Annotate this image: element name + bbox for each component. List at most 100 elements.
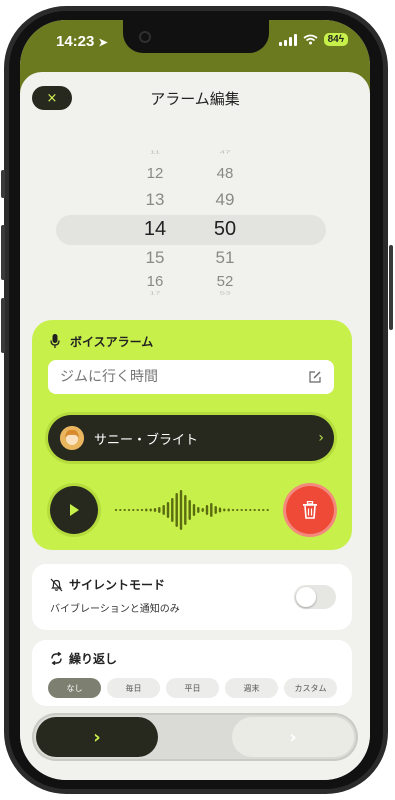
waveform-bar: [119, 509, 122, 511]
waveform-bar: [231, 509, 235, 511]
waveform-bar: [223, 508, 226, 512]
silent-mode-subtitle: バイブレーションと通知のみ: [50, 604, 180, 615]
waveform-bar: [218, 507, 222, 513]
toggle-knob: [296, 587, 316, 607]
time-picker[interactable]: 11 12 13 14 15 16 17 47 48 49 50 51 52 5…: [20, 147, 370, 312]
location-arrow-icon: ➤: [98, 37, 108, 49]
minute-selected[interactable]: 50: [195, 218, 255, 241]
alarm-label-input[interactable]: [60, 369, 300, 385]
voice-alarm-card: ボイスアラーム サニー・ブライト ›: [32, 320, 352, 550]
chevron-right-icon: ›: [318, 430, 324, 446]
power-button: [389, 245, 393, 330]
waveform-bar: [162, 505, 165, 515]
bottom-nav: › ›: [34, 715, 356, 759]
waveform-bar: [123, 509, 126, 511]
hour-option[interactable]: 17: [125, 291, 185, 296]
waveform-bar: [244, 509, 248, 511]
volume-up-button: [1, 225, 5, 280]
waveform-bar: [145, 508, 148, 512]
waveform-bar: [158, 507, 161, 513]
minute-option[interactable]: 52: [195, 273, 255, 290]
waveform-bar: [153, 508, 157, 512]
hour-option[interactable]: 12: [125, 165, 185, 182]
battery-level: 84: [327, 34, 339, 45]
status-icons: 84ϟ: [278, 33, 348, 46]
waveform-bar: [184, 495, 187, 525]
chevron-right-icon: ›: [289, 726, 297, 748]
play-button[interactable]: [50, 486, 98, 534]
edit-icon[interactable]: [308, 370, 322, 384]
avatar: [60, 426, 84, 450]
minute-option[interactable]: 53: [195, 291, 255, 296]
minute-option[interactable]: 49: [195, 190, 255, 210]
waveform-bar: [253, 509, 256, 511]
minute-option[interactable]: 48: [195, 165, 255, 182]
waveform-bar: [257, 509, 261, 511]
silent-mode-title: サイレントモード: [69, 578, 166, 592]
hour-selected[interactable]: 14: [125, 218, 185, 241]
front-camera: [139, 31, 151, 43]
voice-alarm-title: ボイスアラーム: [70, 335, 154, 349]
audio-waveform: [114, 490, 269, 530]
waveform-bar: [201, 508, 204, 512]
page-title: アラーム編集: [150, 90, 240, 108]
waveform-bar: [188, 500, 191, 520]
voice-name: サニー・ブライト: [94, 432, 199, 448]
repeat-options: なし 毎日 平日 週末 カスタム: [48, 678, 337, 698]
battery-indicator: 84ϟ: [323, 33, 348, 46]
hour-option[interactable]: 15: [125, 248, 185, 268]
microphone-icon: [50, 334, 60, 348]
waveform-bar: [179, 490, 183, 530]
waveform-bar: [149, 508, 152, 512]
repeat-card: 繰り返し なし 毎日 平日 週末 カスタム: [32, 640, 352, 706]
waveform-bar: [210, 503, 213, 517]
waveform-bar: [262, 509, 265, 511]
mute-switch: [1, 170, 5, 198]
waveform-bar: [227, 508, 230, 512]
waveform-bar: [236, 509, 239, 511]
waveform-bar: [214, 506, 217, 514]
prev-button[interactable]: ›: [36, 717, 158, 757]
next-button[interactable]: ›: [232, 717, 354, 757]
silent-mode-header: サイレントモード: [50, 576, 165, 593]
silent-mode-card: サイレントモード バイブレーションと通知のみ: [32, 564, 352, 630]
screen: 14:23 ➤ 84ϟ × アラーム編集 11 12 13 14 15 16 1…: [20, 20, 370, 780]
voice-selector[interactable]: サニー・ブライト ›: [48, 415, 334, 461]
status-time-text: 14:23: [56, 33, 95, 50]
waveform-bar: [132, 509, 135, 511]
minute-option[interactable]: 51: [195, 248, 255, 268]
hour-option[interactable]: 16: [125, 273, 185, 290]
status-time: 14:23 ➤: [56, 33, 108, 50]
repeat-option-none[interactable]: なし: [48, 678, 101, 698]
waveform-bar: [197, 507, 200, 513]
waveform-bar: [140, 509, 144, 511]
waveform-bar: [127, 509, 131, 511]
waveform-bar: [171, 498, 174, 522]
waveform-bar: [249, 509, 252, 511]
silent-mode-toggle[interactable]: [294, 585, 336, 609]
delete-button[interactable]: [286, 486, 334, 534]
volume-down-button: [1, 298, 5, 353]
hour-option[interactable]: 13: [125, 190, 185, 210]
picker-selection-band: [56, 215, 326, 245]
signal-icon: [278, 33, 297, 46]
waveform-bar: [166, 502, 170, 518]
repeat-option-daily[interactable]: 毎日: [107, 678, 160, 698]
avatar-illustration-icon: [60, 426, 84, 450]
minute-option[interactable]: 47: [195, 150, 255, 155]
waveform-bar: [136, 509, 139, 511]
waveform-bar: [240, 509, 243, 511]
play-icon: [70, 504, 79, 516]
repeat-option-weekdays[interactable]: 平日: [166, 678, 219, 698]
hour-option[interactable]: 11: [125, 150, 185, 155]
repeat-icon: [51, 652, 62, 665]
charging-icon: ϟ: [338, 34, 344, 45]
alarm-label-field[interactable]: [48, 360, 334, 394]
trash-icon: [303, 501, 317, 519]
alarm-edit-sheet: × アラーム編集 11 12 13 14 15 16 17 47 48 49 5…: [20, 72, 370, 780]
waveform-bar: [205, 505, 209, 515]
waveform-bar: [192, 504, 196, 516]
repeat-option-custom[interactable]: カスタム: [284, 678, 337, 698]
repeat-option-weekends[interactable]: 週末: [225, 678, 278, 698]
bell-slash-icon: [50, 578, 63, 591]
